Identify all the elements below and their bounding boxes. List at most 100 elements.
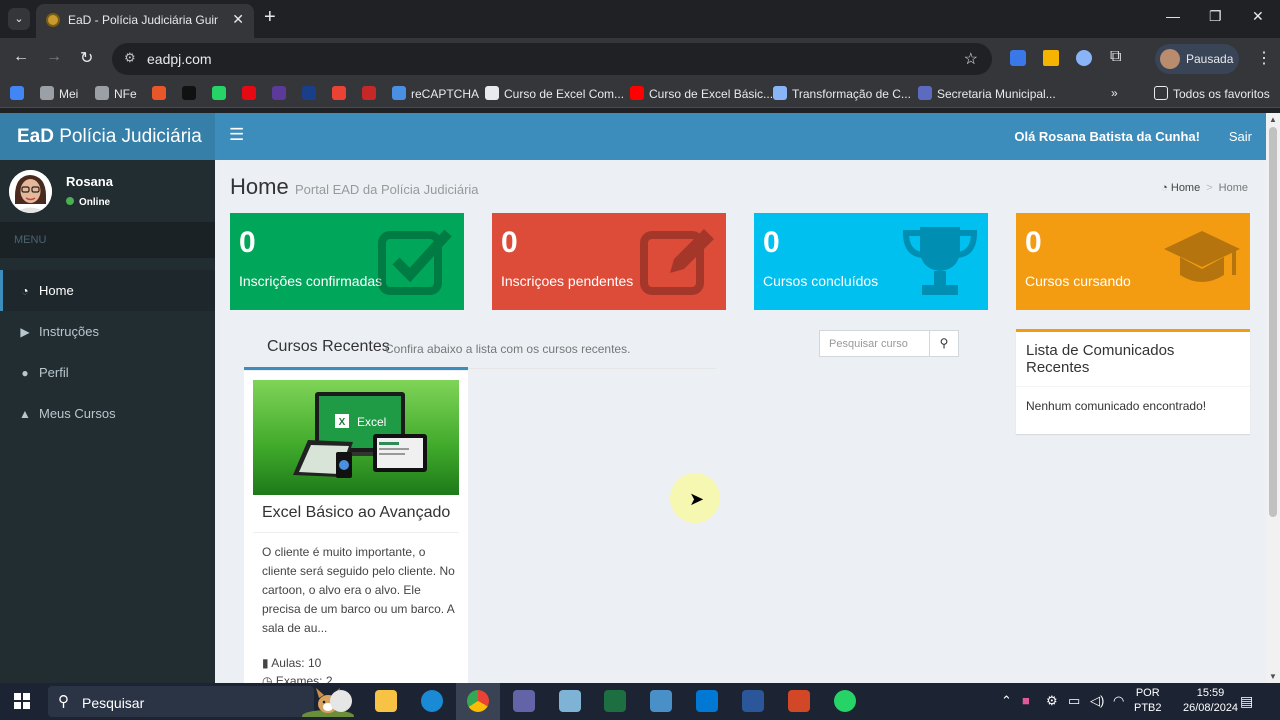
site-logo[interactable]: EaD Polícia Judiciária — [0, 113, 215, 160]
restore-icon[interactable]: ❐ — [1209, 8, 1222, 25]
language-indicator[interactable]: POR PTB2 — [1134, 686, 1162, 716]
extension-icon[interactable] — [1010, 50, 1026, 66]
top-navbar: ☰ Olá Rosana Batista da Cunha! Sair — [215, 113, 1266, 160]
notices-empty-message: Nenhum comunicado encontrado! — [1026, 399, 1207, 413]
scroll-down-icon[interactable]: ▼ — [1269, 672, 1277, 681]
bookmark-item[interactable] — [362, 86, 381, 101]
divider — [1016, 386, 1250, 387]
bookmark-label: NFe — [114, 87, 137, 101]
close-window-icon[interactable]: ✕ — [1252, 8, 1264, 25]
breadcrumb-home-link[interactable]: Home — [1171, 182, 1200, 194]
extensions-puzzle-icon[interactable]: ⧉ — [1110, 48, 1121, 66]
bookmark-item[interactable]: NFe — [95, 86, 137, 101]
bookmark-item[interactable] — [182, 86, 201, 101]
all-bookmarks-folder[interactable]: Todos os favoritos — [1154, 86, 1270, 101]
browser-tab[interactable]: EaD - Polícia Judiciária Guiné-Bi ✕ — [36, 4, 254, 38]
bookmark-item[interactable] — [10, 86, 29, 101]
bookmark-item[interactable] — [332, 86, 351, 101]
excel-icon[interactable] — [604, 690, 626, 712]
taskbar-search[interactable]: ⚲ Pesquisar — [48, 686, 354, 717]
page-subtitle: Portal EAD da Polícia Judiciária — [295, 182, 479, 197]
bookmark-item[interactable]: Curso de Excel Com... — [485, 86, 624, 101]
reload-icon[interactable]: ↻ — [80, 48, 93, 68]
edge-icon[interactable] — [421, 690, 443, 712]
site-settings-icon[interactable]: ⚙ — [124, 50, 136, 66]
whatsapp-icon — [212, 86, 226, 100]
scroll-up-icon[interactable]: ▲ — [1269, 115, 1277, 124]
powerpoint-icon[interactable] — [788, 690, 810, 712]
clock-icon: ◷ — [262, 674, 273, 683]
bookmark-item[interactable]: reCAPTCHA — [392, 86, 479, 101]
more-bookmarks-icon[interactable]: » — [1111, 86, 1118, 100]
battery-icon[interactable]: ▭ — [1068, 693, 1080, 709]
svg-text:Excel: Excel — [357, 415, 386, 429]
search-icon[interactable]: ⚲ — [929, 330, 959, 357]
windows-start-icon[interactable] — [14, 693, 30, 709]
search-input[interactable] — [819, 330, 930, 357]
tab-title: EaD - Polícia Judiciária Guiné-Bi — [68, 13, 218, 27]
sidebar-item-label: Instruções — [39, 324, 99, 339]
stat-value: 0 — [763, 226, 780, 259]
stat-label: Cursos cursando — [1025, 273, 1131, 289]
user-greeting[interactable]: Olá Rosana Batista da Cunha! — [1014, 129, 1200, 144]
bookmark-item[interactable] — [272, 86, 291, 101]
url-text: eadpj.com — [147, 51, 212, 67]
logout-link[interactable]: Sair — [1229, 129, 1252, 144]
tray-app-icon[interactable]: ■ — [1022, 693, 1030, 708]
sidebar-item-perfil[interactable]: ● Perfil — [0, 352, 215, 393]
minimize-icon[interactable]: — — [1166, 8, 1180, 24]
bookmark-item[interactable] — [152, 86, 171, 101]
address-bar[interactable]: ⚙ eadpj.com ☆ — [112, 43, 992, 75]
clock[interactable]: 15:59 26/08/2024 — [1183, 686, 1238, 716]
sidebar-toggle-icon[interactable]: ☰ — [229, 125, 244, 145]
bookmark-star-icon[interactable]: ☆ — [964, 49, 978, 69]
word-icon[interactable] — [742, 690, 764, 712]
extension-circle-icon[interactable] — [1076, 50, 1092, 66]
app-icon[interactable] — [559, 690, 581, 712]
course-thumbnail[interactable]: X Excel — [253, 380, 459, 495]
bookmark-item[interactable]: Secretaria Municipal... — [918, 86, 1056, 101]
chrome-icon[interactable] — [467, 690, 489, 712]
file-explorer-icon[interactable] — [375, 690, 397, 712]
recent-courses-subtitle: Confira abaixo a lista com os cursos rec… — [385, 342, 631, 356]
globe-icon — [40, 86, 54, 100]
page-scrollbar[interactable]: ▲ ▼ — [1266, 113, 1280, 683]
tray-chevron-icon[interactable]: ⌃ — [1001, 693, 1012, 709]
wifi-icon[interactable]: ◠ — [1113, 693, 1124, 709]
youtube-icon — [630, 86, 644, 100]
vscode-icon[interactable] — [696, 690, 718, 712]
profile-button[interactable]: Pausada — [1155, 44, 1239, 74]
calculator-icon[interactable] — [650, 690, 672, 712]
teams-icon[interactable] — [513, 690, 535, 712]
sidebar-item-instru-es[interactable]: ▶ Instruções — [0, 311, 215, 352]
divider — [468, 368, 716, 369]
notifications-icon[interactable]: ▤ — [1240, 693, 1253, 710]
scroll-thumb[interactable] — [1269, 127, 1277, 517]
volume-icon[interactable]: ◁) — [1090, 693, 1104, 709]
bookmark-item[interactable] — [242, 86, 261, 101]
tray-settings-icon[interactable]: ⚙ — [1046, 693, 1058, 709]
eye-icon — [182, 86, 196, 100]
sidebar-item-home[interactable]: ◔ Home — [0, 270, 215, 311]
tab-search-button[interactable]: ⌄ — [8, 8, 30, 30]
breadcrumb-separator: > — [1206, 182, 1213, 194]
bookmark-item[interactable]: Transformação de C... — [773, 86, 911, 101]
stat-label: Cursos concluídos — [763, 273, 879, 289]
course-title-link[interactable]: Excel Básico ao Avançado — [262, 504, 450, 522]
profile-avatar — [1160, 49, 1180, 69]
bookmark-item[interactable] — [302, 86, 321, 101]
sidebar-item-meus-cursos[interactable]: ▲ Meus Cursos — [0, 393, 215, 434]
taskbar-app-icon[interactable] — [330, 690, 352, 712]
drive-icon[interactable] — [1043, 50, 1059, 66]
bookmark-item[interactable]: Curso de Excel Básic... — [630, 86, 773, 101]
browser-menu-icon[interactable]: ⋮ — [1256, 48, 1272, 68]
course-icon — [485, 86, 499, 100]
forward-icon[interactable]: → — [46, 48, 62, 66]
back-icon[interactable]: ← — [13, 48, 29, 66]
bookmark-item[interactable] — [212, 86, 231, 101]
bookmark-item[interactable]: Mei — [40, 86, 78, 101]
course-card[interactable]: X Excel Excel Básico ao Avançado O clien… — [244, 371, 468, 683]
close-tab-icon[interactable]: ✕ — [232, 11, 244, 28]
whatsapp-icon[interactable] — [834, 690, 856, 712]
new-tab-icon[interactable]: + — [264, 6, 276, 29]
